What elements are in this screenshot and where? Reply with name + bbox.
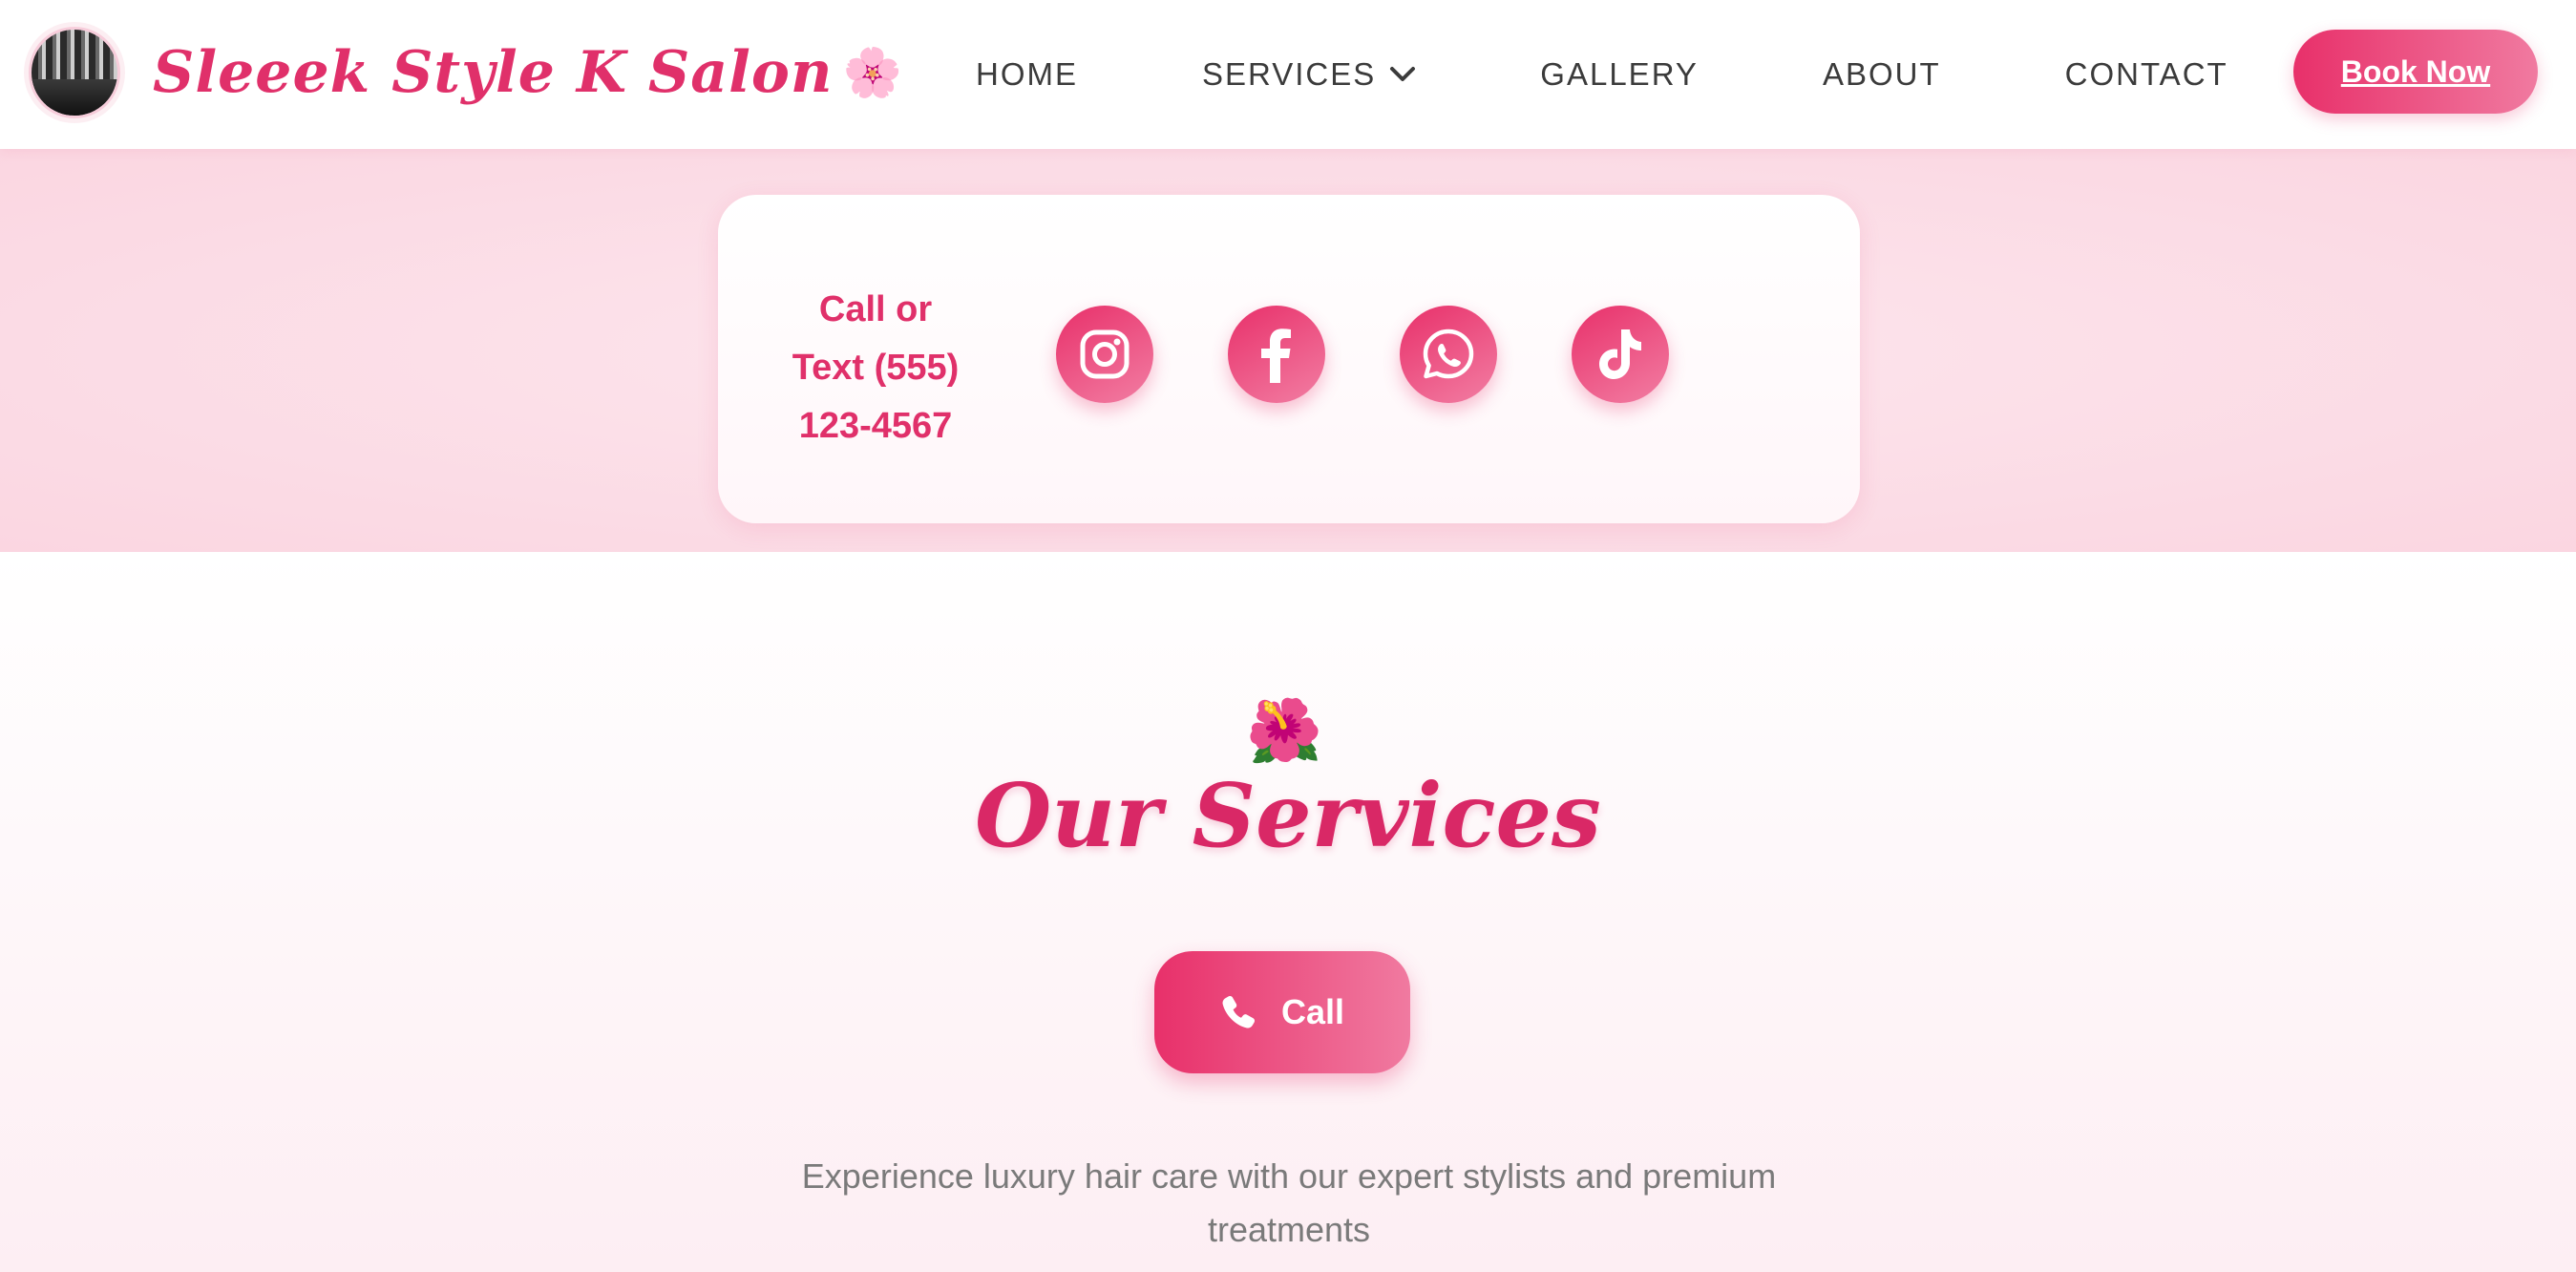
book-now-button[interactable]: Book Now: [2293, 30, 2538, 114]
contact-line-2: Text (555): [792, 348, 960, 388]
whatsapp-link[interactable]: [1400, 306, 1497, 403]
contact-phone-text[interactable]: Call or Text (555) 123-4567: [775, 281, 976, 456]
brand-name[interactable]: Sleeek Style K Salon: [153, 39, 834, 106]
contact-line-1: Call or: [818, 289, 933, 329]
phone-icon: [1222, 995, 1256, 1028]
hibiscus-icon: 🌺: [1246, 696, 1322, 765]
nav-home-label: HOME: [976, 56, 1078, 92]
tiktok-icon: [1599, 329, 1641, 379]
cherry-blossom-icon: 🌸: [842, 45, 902, 99]
nav-home[interactable]: HOME: [976, 56, 1078, 93]
nav-gallery-label: GALLERY: [1540, 56, 1699, 92]
services-title: Our Services: [975, 764, 1601, 867]
chevron-down-icon: [1390, 67, 1416, 81]
facebook-icon: [1261, 329, 1291, 383]
salon-logo[interactable]: [29, 27, 120, 118]
contact-band: Call or Text (555) 123-4567: [0, 149, 2576, 552]
nav-contact[interactable]: CONTACT: [2065, 56, 2228, 93]
instagram-icon: [1080, 329, 1130, 379]
services-description: Experience luxury hair care with our exp…: [801, 1156, 1777, 1249]
whatsapp-icon: [1423, 329, 1474, 379]
nav-contact-label: CONTACT: [2064, 56, 2228, 92]
nav-services[interactable]: SERVICES: [1202, 56, 1416, 93]
instagram-link[interactable]: [1056, 306, 1153, 403]
services-section: 🌺 Our Services Call Experience luxury ha…: [0, 552, 2576, 1272]
call-button[interactable]: Call: [1154, 951, 1410, 1073]
contact-card: Call or Text (555) 123-4567: [718, 195, 1860, 523]
main-nav: HOME SERVICES GALLERY ABOUT CONTACT: [917, 0, 2228, 149]
facebook-link[interactable]: [1228, 306, 1325, 403]
nav-gallery[interactable]: GALLERY: [1540, 56, 1699, 93]
nav-about[interactable]: ABOUT: [1823, 56, 1941, 93]
call-button-label: Call: [1280, 992, 1345, 1031]
contact-line-3: 123-4567: [798, 406, 953, 446]
navbar: Sleeek Style K Salon 🌸 HOME SERVICES GAL…: [0, 0, 2576, 149]
nav-about-label: ABOUT: [1822, 56, 1941, 92]
nav-services-label: SERVICES: [1202, 56, 1377, 92]
brand[interactable]: Sleeek Style K Salon 🌸: [29, 25, 902, 120]
tiktok-link[interactable]: [1572, 306, 1669, 403]
